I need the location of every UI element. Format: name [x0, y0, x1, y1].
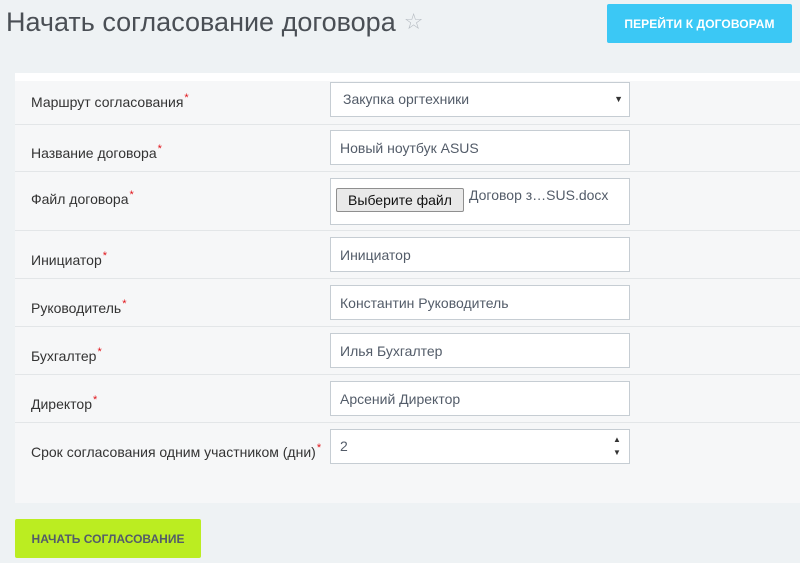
- manager-label-text: Руководитель: [31, 300, 122, 316]
- manager-input[interactable]: [330, 285, 630, 320]
- form-row-accountant: Бухгалтер*: [15, 327, 800, 375]
- form-row-director: Директор*: [15, 375, 800, 423]
- required-mark: *: [122, 298, 127, 310]
- contract-file-field: Выберите файл Договор з…SUS.docx: [330, 178, 630, 225]
- goto-contracts-button[interactable]: Перейти к договорам: [607, 4, 792, 43]
- accountant-label: Бухгалтер*: [31, 346, 102, 364]
- star-icon[interactable]: ☆: [404, 4, 424, 40]
- contract-file-label-text: Файл договора: [31, 191, 129, 207]
- contract-name-label: Название договора*: [31, 143, 162, 161]
- spin-up-icon[interactable]: ▲: [611, 433, 623, 446]
- form-card: Маршрут согласования* Закупка оргтехники…: [15, 73, 800, 503]
- initiator-label: Инициатор*: [31, 250, 107, 268]
- route-label: Маршрут согласования*: [31, 92, 189, 110]
- page-title: Начать согласование договора ☆: [6, 4, 423, 40]
- form-row-contract-name: Название договора*: [15, 125, 800, 172]
- required-mark: *: [92, 394, 98, 406]
- page-header: Начать согласование договора ☆ Перейти к …: [0, 0, 800, 60]
- required-mark: *: [316, 442, 322, 454]
- start-approval-button[interactable]: Начать согласование: [15, 519, 201, 558]
- contract-name-label-text: Название договора: [31, 145, 157, 161]
- contract-name-input[interactable]: [330, 130, 630, 165]
- choose-file-button[interactable]: Выберите файл: [336, 188, 464, 212]
- accountant-input[interactable]: [330, 333, 630, 368]
- director-label: Директор*: [31, 394, 97, 412]
- required-mark: *: [184, 92, 189, 104]
- director-input[interactable]: [330, 381, 630, 416]
- required-mark: *: [102, 250, 108, 262]
- page-title-text: Начать согласование договора: [6, 7, 396, 37]
- route-select[interactable]: Закупка оргтехники ▼: [330, 82, 630, 117]
- deadline-number-input[interactable]: 2 ▲ ▼: [330, 429, 630, 464]
- contract-file-label: Файл договора*: [31, 189, 134, 207]
- chevron-down-icon: ▼: [614, 94, 623, 104]
- manager-label: Руководитель*: [31, 298, 126, 316]
- form-row-contract-file: Файл договора* Выберите файл Договор з…S…: [15, 172, 800, 231]
- form-row-route: Маршрут согласования* Закупка оргтехники…: [15, 81, 800, 125]
- deadline-spinner: ▲ ▼: [611, 433, 623, 460]
- file-name: Договор з…SUS.docx: [469, 187, 609, 203]
- required-mark: *: [157, 143, 162, 155]
- form-row-manager: Руководитель*: [15, 279, 800, 327]
- spin-down-icon[interactable]: ▼: [611, 446, 623, 459]
- deadline-label-text: Срок согласования одним участником (дни): [31, 444, 316, 460]
- form-row-deadline: Срок согласования одним участником (дни)…: [15, 423, 800, 483]
- form-top-strip: [15, 73, 800, 81]
- route-label-text: Маршрут согласования: [31, 94, 184, 110]
- required-mark: *: [97, 346, 102, 358]
- required-mark: *: [129, 189, 134, 201]
- initiator-input[interactable]: [330, 237, 630, 272]
- deadline-value: 2: [340, 438, 348, 454]
- initiator-label-text: Инициатор: [31, 252, 102, 268]
- form-row-initiator: Инициатор*: [15, 231, 800, 279]
- route-select-value: Закупка оргтехники: [343, 91, 470, 107]
- director-label-text: Директор: [31, 396, 92, 412]
- accountant-label-text: Бухгалтер: [31, 348, 97, 364]
- deadline-label: Срок согласования одним участником (дни)…: [31, 442, 321, 460]
